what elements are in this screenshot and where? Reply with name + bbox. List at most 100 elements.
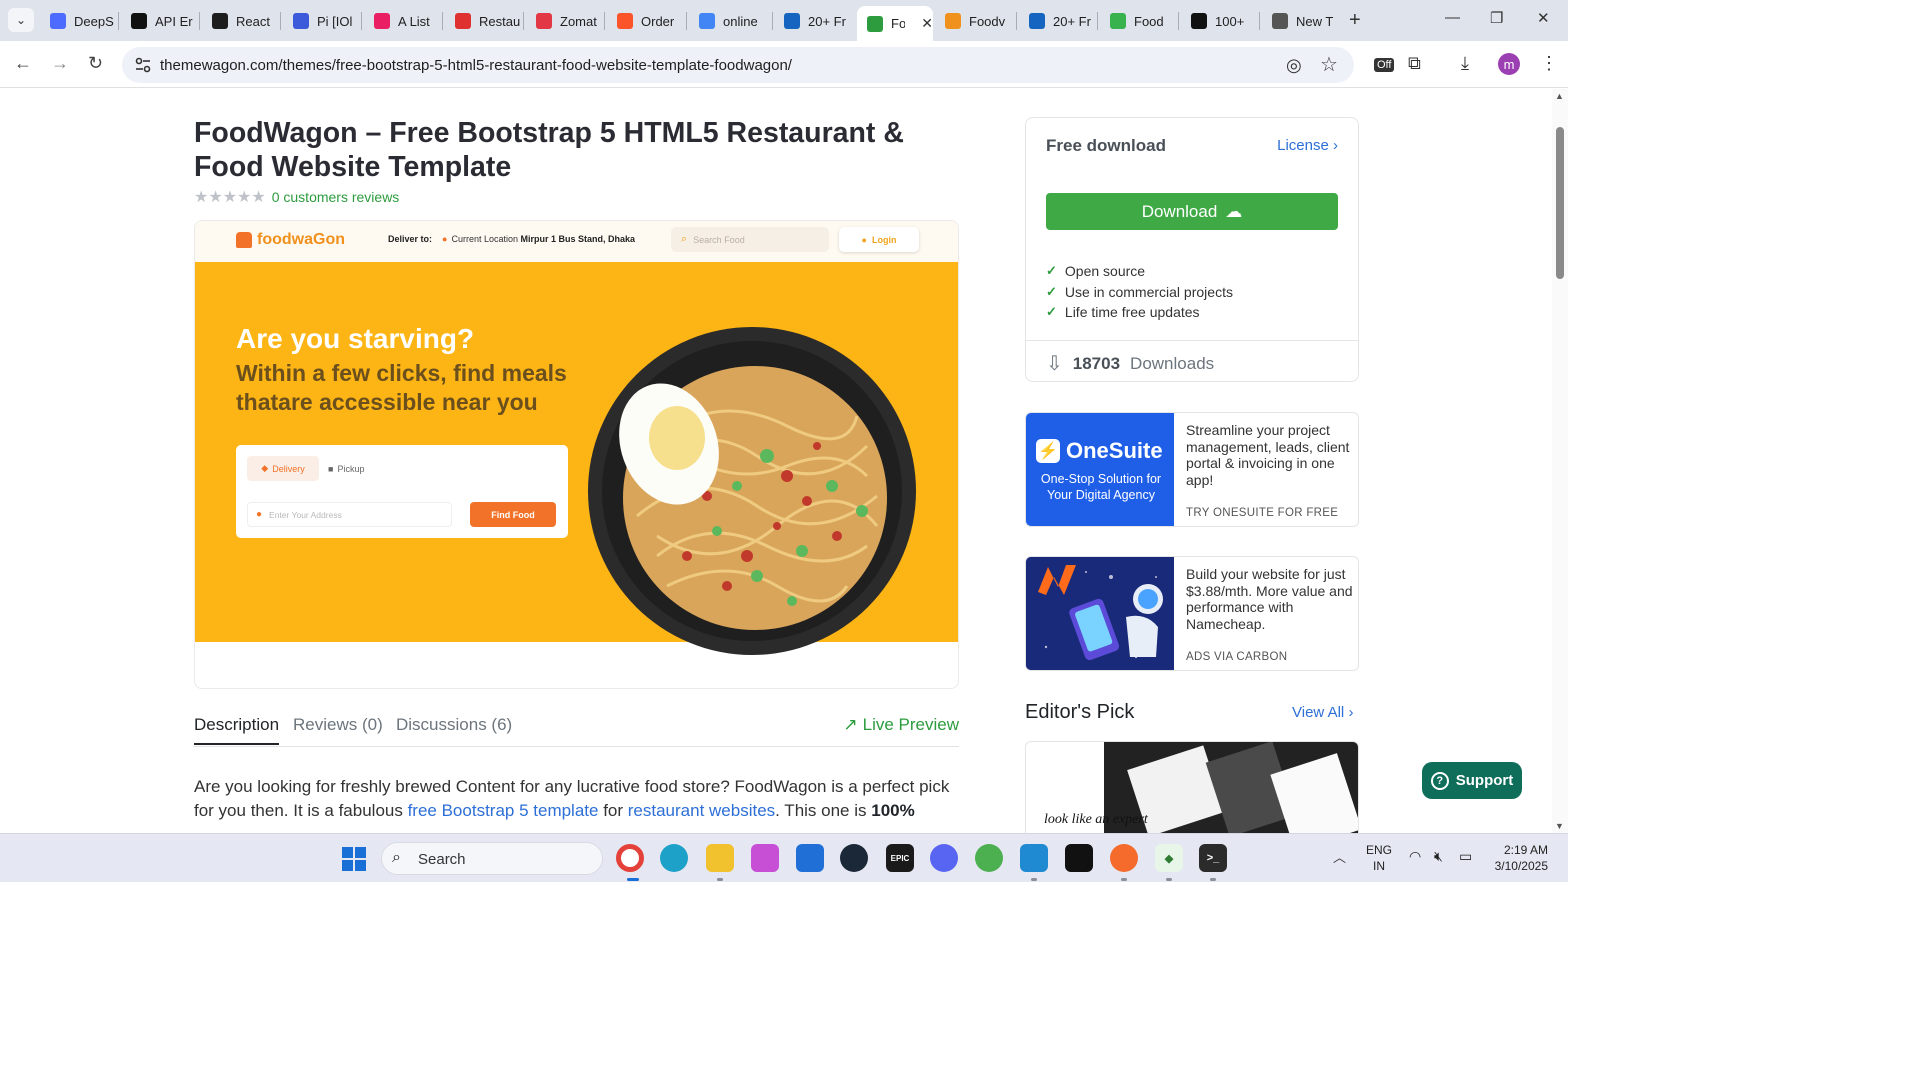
preview-search-placeholder: Search Food (693, 234, 745, 245)
download-card: Free download License › Download ☁ ✓ Open… (1025, 117, 1359, 382)
taskbar-search[interactable]: ⌕ Search (381, 842, 603, 875)
scrollbar-thumb[interactable] (1556, 127, 1564, 279)
url-text[interactable]: themewagon.com/themes/free-bootstrap-5-h… (160, 57, 792, 74)
tab-search-button[interactable]: ⌄ (8, 8, 34, 32)
battery-icon[interactable]: ▭ (1459, 848, 1472, 865)
microsoft-store-icon[interactable] (796, 844, 824, 872)
tab-reviews[interactable]: Reviews (0) (293, 715, 383, 735)
copilot-icon[interactable] (751, 844, 779, 872)
tab-description[interactable]: Description (194, 715, 280, 745)
openai-icon (131, 13, 147, 29)
wifi-icon[interactable]: ◠ (1409, 848, 1421, 865)
new-tab-button[interactable]: + (1349, 9, 1361, 32)
terminal-icon[interactable]: >_ (1199, 844, 1227, 872)
map-pin-icon: ● (256, 509, 263, 520)
steam-icon[interactable] (840, 844, 868, 872)
profile-avatar[interactable]: m (1498, 53, 1520, 75)
browser-tab[interactable]: 20+ Fr (774, 6, 851, 36)
minimize-icon[interactable]: — (1445, 9, 1460, 26)
browser-tab[interactable]: API Er (121, 6, 196, 36)
namecheap-ad-image[interactable] (1026, 557, 1174, 671)
template-preview-image[interactable]: foodwaGon Deliver to: ● Current Location… (194, 220, 959, 689)
view-all-link[interactable]: View All › (1292, 704, 1353, 721)
download-icon[interactable]: ⤓ (1461, 53, 1469, 74)
reload-icon[interactable]: ↻ (88, 53, 103, 74)
restore-icon[interactable]: ❐ (1490, 9, 1503, 27)
browser-tab[interactable]: React (202, 6, 277, 36)
file-explorer-icon[interactable] (706, 844, 734, 872)
browser-tab[interactable]: Order (607, 6, 683, 36)
license-link[interactable]: License › (1277, 137, 1338, 154)
browser-tab[interactable]: Restau (445, 6, 520, 36)
bookmark-star-icon[interactable]: ☆ (1320, 52, 1338, 77)
clock[interactable]: 2:19 AM 3/10/2025 (1490, 842, 1548, 874)
te-icon (784, 13, 800, 29)
eye-off-icon[interactable]: ◎ (1286, 55, 1302, 76)
browser-tab[interactable]: Foodv (935, 6, 1013, 36)
downloads-label: Downloads (1130, 353, 1215, 373)
browser-tab[interactable]: New T (1262, 6, 1342, 36)
tab-discussions[interactable]: Discussions (6) (396, 715, 512, 735)
preview-search-card: ◆ Delivery ■ Pickup ● Enter Your Address… (236, 445, 568, 538)
windows-taskbar: ⌕ Search EPIC ◆ >_ ︿ ENG IN ◠ 🔇︎ ▭ 2:19 … (0, 833, 1568, 882)
discord-icon[interactable] (930, 844, 958, 872)
ad-namecheap[interactable]: Build your website for just $3.88/mth. M… (1025, 556, 1359, 671)
browser-tab[interactable]: Fo ✕ (857, 6, 933, 41)
postman-icon[interactable] (1110, 844, 1138, 872)
support-button[interactable]: ? Support (1422, 762, 1522, 799)
download-button[interactable]: Download ☁ (1046, 193, 1338, 230)
restaurant-websites-link[interactable]: restaurant websites (628, 801, 775, 820)
language-indicator[interactable]: ENG IN (1366, 842, 1392, 874)
volume-muted-icon[interactable]: 🔇︎ (1434, 848, 1443, 865)
back-icon[interactable]: ← (14, 53, 32, 74)
onesuite-ad-cta[interactable]: TRY ONESUITE FOR FREE (1186, 507, 1338, 519)
region-code: IN (1373, 859, 1385, 873)
more-menu-icon[interactable]: ⋮ (1540, 53, 1558, 74)
forward-icon[interactable]: → (51, 53, 69, 74)
scroll-down-icon[interactable]: ▼ (1555, 821, 1564, 831)
live-preview-link[interactable]: ↗ Live Preview (843, 715, 959, 735)
onesuite-ad-image[interactable]: ⚡ OneSuite One-Stop Solution for Your Di… (1026, 413, 1174, 526)
capcut-icon[interactable] (1065, 844, 1093, 872)
browser-tab[interactable]: 100+ (1181, 6, 1256, 36)
browser-tab[interactable]: A List (364, 6, 439, 36)
carbon-ads-label[interactable]: ADS VIA CARBON (1186, 651, 1287, 663)
chrome-app-icon[interactable] (616, 844, 644, 872)
vscode-icon[interactable] (1020, 844, 1048, 872)
page-scrollbar[interactable]: ▲ ▼ (1552, 89, 1568, 833)
google-icon (699, 13, 715, 29)
chevron-up-icon[interactable]: ︿ (1333, 847, 1346, 866)
scroll-up-icon[interactable]: ▲ (1555, 91, 1564, 101)
browser-tab[interactable]: Food (1100, 6, 1175, 36)
editors-pick-card[interactable]: look like an expert (1025, 741, 1359, 833)
close-window-icon[interactable]: ✕ (1537, 9, 1550, 27)
reviews-link[interactable]: 0 customers reviews (272, 189, 400, 205)
extensions-icon[interactable]: ⧉ (1408, 53, 1421, 74)
app-indicator (1121, 878, 1127, 881)
mongodb-icon[interactable]: ◆ (1155, 844, 1183, 872)
site-info-icon[interactable] (134, 56, 152, 74)
epic-games-icon[interactable]: EPIC (886, 844, 914, 872)
extension-off-icon[interactable]: Off (1374, 58, 1395, 72)
windows-start-icon[interactable] (342, 847, 366, 871)
browser-tab-title: 20+ Fr (1053, 13, 1091, 29)
ad-onesuite[interactable]: ⚡ OneSuite One-Stop Solution for Your Di… (1025, 412, 1359, 527)
address-bar[interactable]: themewagon.com/themes/free-bootstrap-5-h… (122, 47, 1354, 83)
onesuite-ad-text[interactable]: Streamline your project management, lead… (1186, 422, 1354, 488)
browser-tab[interactable]: online (689, 6, 769, 36)
utorrent-icon[interactable] (975, 844, 1003, 872)
location-label: Current Location (451, 234, 518, 244)
namecheap-ad-text[interactable]: Build your website for just $3.88/mth. M… (1186, 566, 1354, 632)
close-tab-icon[interactable]: ✕ (921, 15, 933, 32)
browser-tab[interactable]: Pi [IOl (283, 6, 358, 36)
browser-tab-title: A List (398, 13, 430, 29)
edge-app-icon[interactable] (660, 844, 688, 872)
browser-tab[interactable]: 20+ Fr (1019, 6, 1094, 36)
browser-tab[interactable]: Zomat (526, 6, 601, 36)
bootstrap-template-link[interactable]: free Bootstrap 5 template (408, 801, 599, 820)
search-icon: ⌕ (392, 849, 401, 866)
browser-tab[interactable]: DeepS (40, 6, 115, 36)
chevron-right-icon: › (1333, 137, 1338, 154)
preview-tab-pickup: ■ Pickup (328, 456, 364, 481)
food-icon (1110, 13, 1126, 29)
